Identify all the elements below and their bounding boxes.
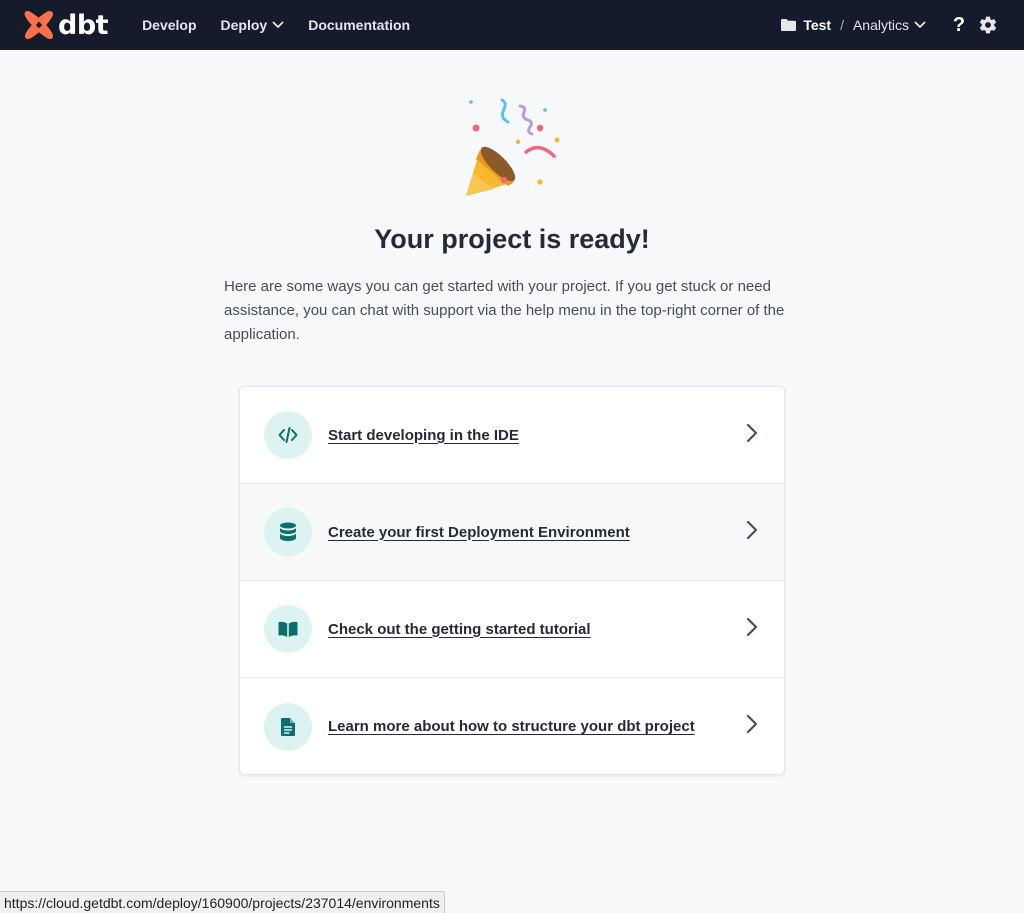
book-icon bbox=[278, 621, 298, 637]
nav-develop[interactable]: Develop bbox=[142, 17, 196, 33]
document-icon-circle bbox=[264, 702, 312, 751]
code-icon-circle bbox=[264, 411, 312, 459]
chevron-right-icon bbox=[746, 617, 758, 637]
action-learn-project-structure[interactable]: Learn more about how to structure your d… bbox=[240, 678, 784, 774]
browser-status-url: https://cloud.getdbt.com/deploy/160900/p… bbox=[0, 891, 445, 913]
folder-icon bbox=[781, 19, 797, 31]
project-breadcrumb: Test / Analytics bbox=[780, 17, 926, 33]
dbt-logo-icon bbox=[24, 11, 53, 39]
help-icon[interactable]: ? bbox=[952, 14, 966, 37]
action-getting-started-tutorial[interactable]: Check out the getting started tutorial bbox=[240, 581, 784, 678]
header-right-area: Test / Analytics ? bbox=[780, 0, 998, 50]
chevron-right-icon bbox=[746, 423, 758, 443]
environment-name: Analytics bbox=[852, 17, 909, 33]
action-label[interactable]: Learn more about how to structure your d… bbox=[328, 718, 695, 735]
party-popper-icon bbox=[466, 98, 560, 196]
action-label[interactable]: Check out the getting started tutorial bbox=[328, 621, 591, 638]
getting-started-card: Start developing in the IDE Create your … bbox=[239, 386, 785, 775]
nav-deploy-label: Deploy bbox=[220, 17, 268, 33]
chevron-right-icon bbox=[746, 714, 758, 734]
action-label[interactable]: Create your first Deployment Environment bbox=[328, 524, 630, 541]
nav-deploy-dropdown[interactable]: Deploy bbox=[221, 17, 285, 33]
environment-selector[interactable]: Analytics bbox=[853, 17, 926, 33]
action-start-developing-ide[interactable]: Start developing in the IDE bbox=[240, 387, 784, 484]
database-icon bbox=[280, 522, 296, 541]
book-icon-circle bbox=[264, 605, 312, 653]
breadcrumb-separator: / bbox=[840, 17, 844, 33]
chevron-right-icon bbox=[746, 520, 758, 540]
nav-develop-label: Develop bbox=[142, 17, 197, 33]
page-title: Your project is ready! bbox=[374, 224, 650, 254]
dbt-logo[interactable]: dbt bbox=[23, 0, 109, 50]
chevron-down-icon bbox=[914, 21, 926, 28]
top-navigation-bar: dbt Develop Deploy Documentation Test / … bbox=[0, 0, 1024, 50]
action-create-deployment-environment[interactable]: Create your first Deployment Environment bbox=[240, 484, 784, 581]
code-icon bbox=[278, 427, 298, 443]
gear-icon[interactable] bbox=[978, 15, 998, 35]
database-icon-circle bbox=[264, 508, 312, 556]
action-label[interactable]: Start developing in the IDE bbox=[328, 427, 519, 444]
dbt-logo-text: dbt bbox=[58, 9, 109, 41]
nav-documentation-label: Documentation bbox=[308, 17, 411, 33]
project-name[interactable]: Test bbox=[803, 17, 831, 33]
chevron-down-icon bbox=[272, 21, 284, 28]
main-nav: Develop Deploy Documentation bbox=[142, 17, 434, 33]
nav-documentation[interactable]: Documentation bbox=[308, 17, 410, 33]
intro-text: Here are some ways you can get started w… bbox=[224, 278, 785, 343]
document-icon bbox=[281, 717, 295, 736]
